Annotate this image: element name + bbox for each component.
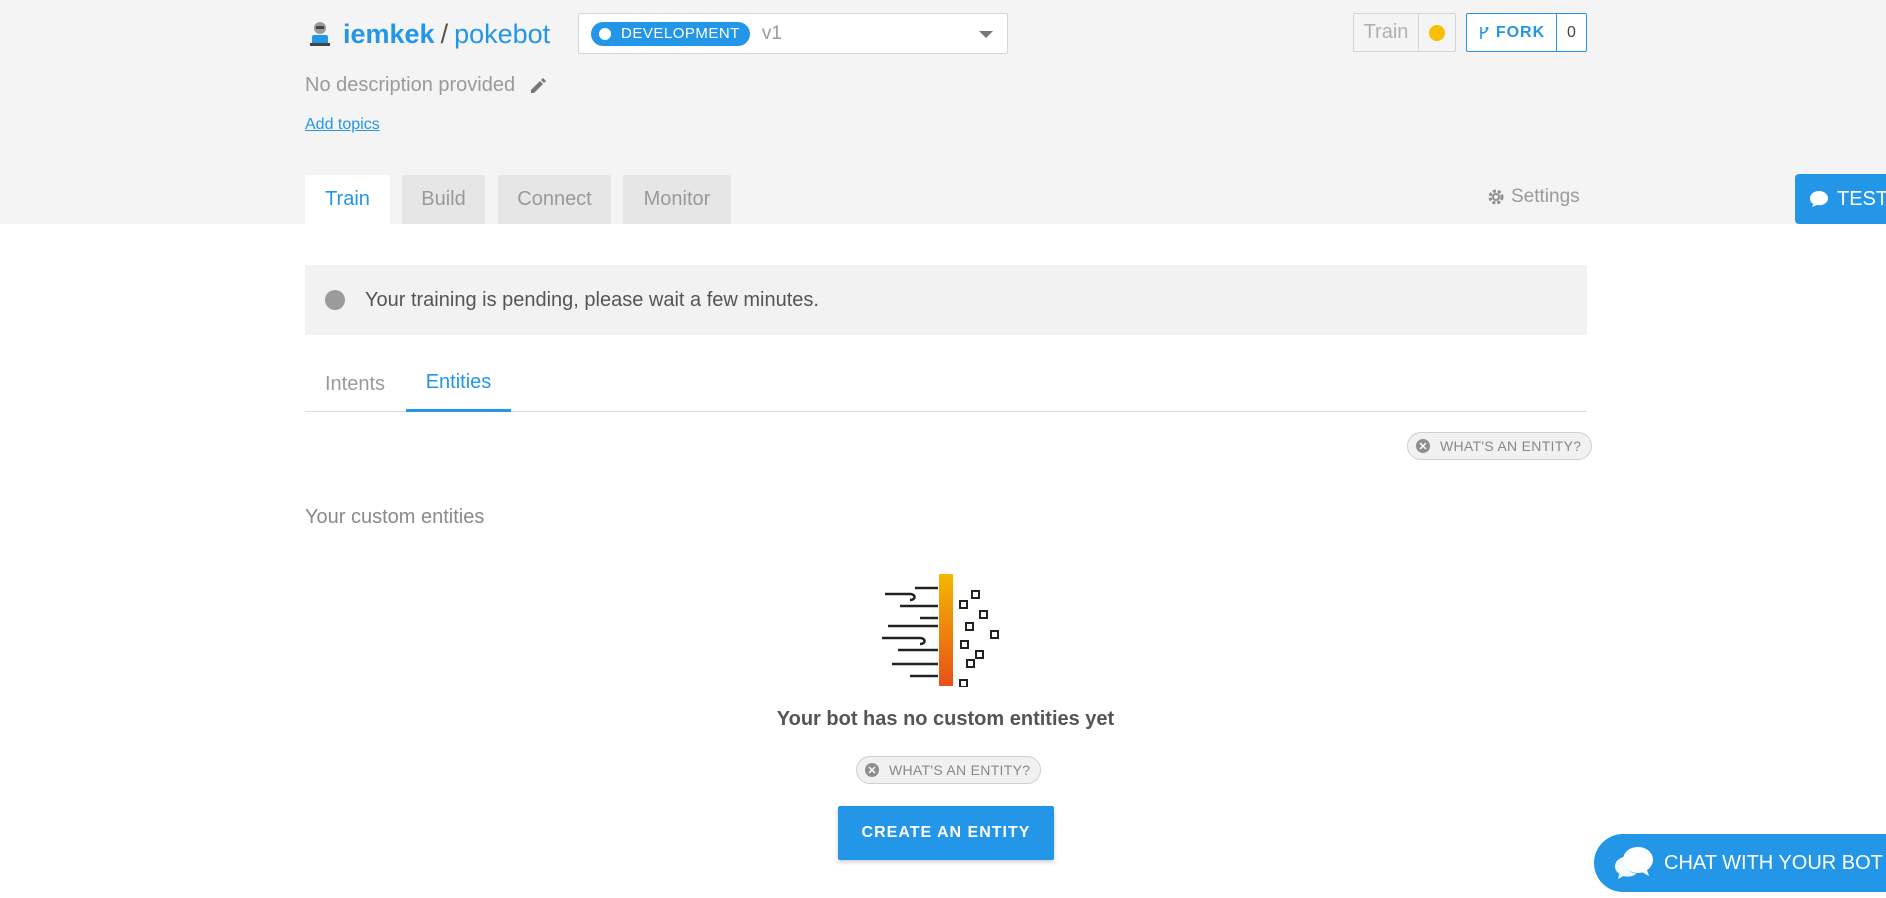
tab-connect[interactable]: Connect [498,175,611,224]
train-button[interactable]: Train [1353,13,1456,52]
bot-description: No description provided [305,74,547,97]
whats-an-entity-pill-center[interactable]: WHAT'S AN ENTITY? [856,756,1042,784]
empty-state-title: Your bot has no custom entities yet [776,708,1115,730]
tab-train[interactable]: Train [305,175,390,224]
pending-status-icon [325,290,345,310]
environment-dot-icon [599,27,611,40]
bot-avatar-icon [310,22,330,46]
notice-text: Your training is pending, please wait a … [365,288,819,311]
train-status [1419,24,1455,41]
environment-badge: DEVELOPMENT [591,21,750,46]
title-separator: / [440,18,449,49]
whats-an-entity-label: WHAT'S AN ENTITY? [1440,438,1582,454]
tab-build[interactable]: Build [402,175,485,224]
chat-label: CHAT WITH YOUR BOT [1664,851,1883,874]
bot-name-link[interactable]: pokebot [454,19,550,50]
help-circle-icon [1416,439,1430,453]
subtab-entities[interactable]: Entities [406,356,511,412]
environment-label: DEVELOPMENT [621,25,740,42]
chat-bubbles-icon [1615,847,1653,879]
owner-link[interactable]: iemkek [343,19,435,50]
whats-an-entity-label: WHAT'S AN ENTITY? [889,762,1031,778]
gear-icon [1488,189,1504,205]
add-topics-link[interactable]: Add topics [305,116,380,134]
settings-link[interactable]: Settings [1487,186,1580,208]
create-entity-button[interactable]: CREATE AN ENTITY [838,806,1054,860]
version-label: v1 [761,22,782,44]
fork-label: FORK [1495,23,1546,41]
test-label: TEST [1837,187,1886,210]
fork-icon [1480,26,1489,39]
subtab-intents[interactable]: Intents [305,356,405,412]
fork-button[interactable]: FORK 0 [1466,13,1587,52]
tab-monitor[interactable]: Monitor [623,175,731,224]
chevron-down-icon [979,31,993,38]
test-button[interactable]: TEST [1795,174,1886,224]
settings-label: Settings [1511,186,1580,207]
fork-button-label-wrap: FORK [1467,14,1557,51]
chat-with-bot-button[interactable]: CHAT WITH YOUR BOT [1594,834,1886,892]
edit-pencil-icon[interactable] [529,77,547,95]
training-pending-notice: Your training is pending, please wait a … [305,265,1587,335]
chat-bubble-icon [1810,191,1828,207]
fork-count: 0 [1567,23,1576,41]
empty-entities-illustration-icon [882,574,999,687]
train-button-label: Train [1354,14,1419,51]
training-status-dot-icon [1429,24,1445,41]
bot-title: iemkek / pokebot [305,14,550,54]
whats-an-entity-pill[interactable]: WHAT'S AN ENTITY? [1407,432,1593,460]
version-select[interactable]: DEVELOPMENT v1 [578,13,1008,54]
help-circle-icon [865,763,879,777]
description-text: No description provided [305,74,516,96]
custom-entities-title: Your custom entities [305,506,485,528]
